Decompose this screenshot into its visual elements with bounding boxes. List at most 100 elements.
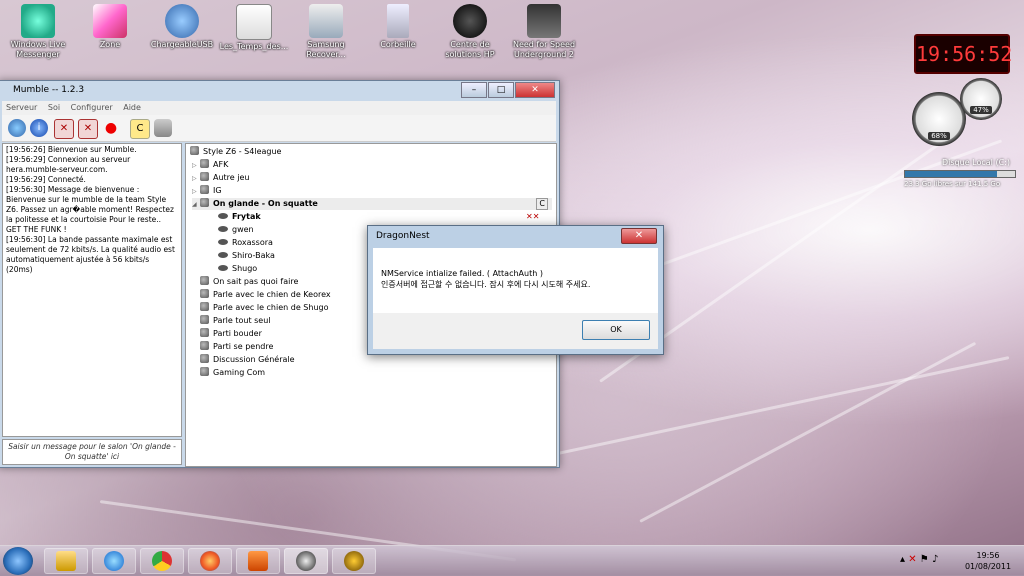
expand-icon[interactable]: ▷	[192, 160, 200, 172]
desktop-icon-les-temps[interactable]: Les_Temps_des...	[216, 4, 292, 52]
maximize-button[interactable]: □	[488, 82, 514, 98]
log-line: [19:56:29] Connecté.	[6, 175, 86, 184]
collapse-icon[interactable]: ◢	[192, 199, 200, 211]
disk-usage-fill	[905, 171, 998, 177]
channel-icon	[200, 328, 209, 337]
channel-ig[interactable]: ▷ IG	[192, 185, 222, 197]
desktop-icon-corbeille[interactable]: Corbeille	[360, 4, 436, 50]
taskbar-mumble[interactable]	[284, 548, 328, 574]
samsung-recovery-icon	[309, 4, 343, 38]
menu-soi[interactable]: Soi	[48, 103, 60, 112]
disk-usage-bar	[904, 170, 1016, 178]
tree-root[interactable]: Style Z6 - S4league	[190, 146, 281, 158]
tray-arrow-icon[interactable]: ▴	[900, 554, 905, 565]
taskbar-time: 19:56	[976, 551, 1000, 560]
user-gwen[interactable]: gwen	[218, 224, 254, 236]
taskbar-dragonnest[interactable]	[332, 548, 376, 574]
mute-microphone-icon[interactable]: ✕	[54, 119, 74, 139]
dialog-body: NMService intialize failed. ( AttachAuth…	[373, 248, 658, 313]
disk-title: Disque Local (C:)	[942, 158, 1010, 167]
log-line: [19:56:30] La bande passante maximale es…	[6, 235, 175, 274]
user-roxassora[interactable]: Roxassora	[218, 237, 273, 249]
user-shugo[interactable]: Shugo	[218, 263, 257, 275]
taskbar-date: 01/08/2011	[964, 562, 1012, 571]
channel-item[interactable]: Parle avec le chien de Keorex	[200, 289, 331, 301]
recycle-bin-icon	[387, 4, 409, 38]
desktop-icon-zone[interactable]: Zone	[72, 4, 148, 50]
muted-deafened-icon: ✕✕	[526, 212, 540, 221]
taskbar-clock[interactable]: 19:56 01/08/2011	[958, 550, 1018, 572]
channel-item[interactable]: On sait pas quoi faire	[200, 276, 298, 288]
expand-icon[interactable]: ▷	[192, 173, 200, 185]
start-button[interactable]	[3, 547, 33, 575]
desktop-icon-samsung[interactable]: Samsung Recover...	[288, 4, 364, 60]
dialog-message-line2: 인증서버에 접근할 수 없습니다. 잠시 후에 다시 시도해 주세요.	[381, 280, 591, 289]
tray-flag-icon[interactable]: ⚑	[920, 554, 929, 565]
comment-badge: C	[536, 198, 548, 210]
channel-active[interactable]: ◢ On glande - On squatte C	[192, 198, 552, 210]
document-icon	[236, 4, 272, 40]
dialog-close-button[interactable]: ✕	[621, 228, 657, 244]
clock-gadget: 19:56:52	[914, 34, 1012, 74]
channel-autre-jeu[interactable]: ▷ Autre jeu	[192, 172, 249, 184]
deafen-icon[interactable]: ✕	[78, 119, 98, 139]
taskbar-chrome[interactable]	[140, 548, 184, 574]
tray-volume-icon[interactable]: ♪	[932, 554, 938, 565]
channel-item[interactable]: Gaming Com	[200, 367, 265, 379]
menu-serveur[interactable]: Serveur	[6, 103, 37, 112]
user-icon	[218, 226, 228, 232]
desktop-icon-nfs[interactable]: Need for Speed Underground 2	[506, 4, 582, 60]
channel-icon	[200, 276, 209, 285]
window-controls: – □ ✕	[460, 82, 555, 98]
taskbar-ie[interactable]	[92, 548, 136, 574]
desktop-icon-hp[interactable]: Centre de solutions HP	[432, 4, 508, 60]
tray-network-icon[interactable]: ✕	[908, 554, 916, 565]
channel-icon	[200, 341, 209, 350]
settings-icon[interactable]	[154, 119, 172, 137]
close-button[interactable]: ✕	[515, 82, 555, 98]
comment-icon[interactable]: C	[130, 119, 150, 139]
channel-icon	[200, 315, 209, 324]
menu-aide[interactable]: Aide	[123, 103, 141, 112]
chat-log: [19:56:26] Bienvenue sur Mumble. [19:56:…	[2, 143, 182, 437]
error-dialog[interactable]: DragonNest ✕ NMService intialize failed.…	[367, 225, 664, 355]
taskbar-firefox[interactable]	[188, 548, 232, 574]
record-icon[interactable]: ●	[102, 119, 120, 137]
media-player-icon	[248, 551, 268, 571]
taskbar-media[interactable]	[236, 548, 280, 574]
info-icon[interactable]: i	[30, 119, 48, 137]
expand-icon[interactable]: ▷	[192, 186, 200, 198]
dragonnest-icon	[344, 551, 364, 571]
channel-icon	[200, 354, 209, 363]
user-shiro-baka[interactable]: Shiro-Baka	[218, 250, 275, 262]
channel-icon	[200, 172, 209, 181]
user-icon	[218, 239, 228, 245]
user-frytak[interactable]: Frytak	[218, 211, 261, 223]
desktop-icon-chargeableusb[interactable]: ChargeableUSB	[144, 4, 220, 50]
channel-afk[interactable]: ▷ AFK	[192, 159, 228, 171]
channel-item[interactable]: Parti bouder	[200, 328, 262, 340]
user-icon	[218, 213, 228, 219]
mumble-icon	[296, 551, 316, 571]
channel-item[interactable]: Parti se pendre	[200, 341, 273, 353]
desktop-icon-messenger[interactable]: Windows Live Messenger	[0, 4, 76, 60]
menu-configurer[interactable]: Configurer	[71, 103, 113, 112]
channel-item[interactable]: Parle tout seul	[200, 315, 271, 327]
ok-button[interactable]: OK	[582, 320, 650, 340]
chrome-icon	[152, 551, 172, 571]
toolbar: i ✕ ✕ ● C	[2, 115, 556, 142]
hp-icon	[453, 4, 487, 38]
channel-icon	[200, 159, 209, 168]
globe-icon[interactable]	[8, 119, 26, 137]
user-icon	[218, 265, 228, 271]
dialog-message-line1: NMService intialize failed. ( AttachAuth…	[381, 269, 543, 278]
channel-item[interactable]: Discussion Générale	[200, 354, 295, 366]
user-icon	[218, 252, 228, 258]
minimize-button[interactable]: –	[461, 82, 487, 98]
disk-gadget: Disque Local (C:) 23.3 Go libres sur 141…	[904, 158, 1016, 204]
channel-item[interactable]: Parle avec le chien de Shugo	[200, 302, 329, 314]
taskbar-explorer[interactable]	[44, 548, 88, 574]
log-line: [19:56:26] Bienvenue sur Mumble.	[6, 145, 137, 154]
server-icon	[190, 146, 199, 155]
chat-input[interactable]: Saisir un message pour le salon 'On glan…	[2, 439, 182, 465]
